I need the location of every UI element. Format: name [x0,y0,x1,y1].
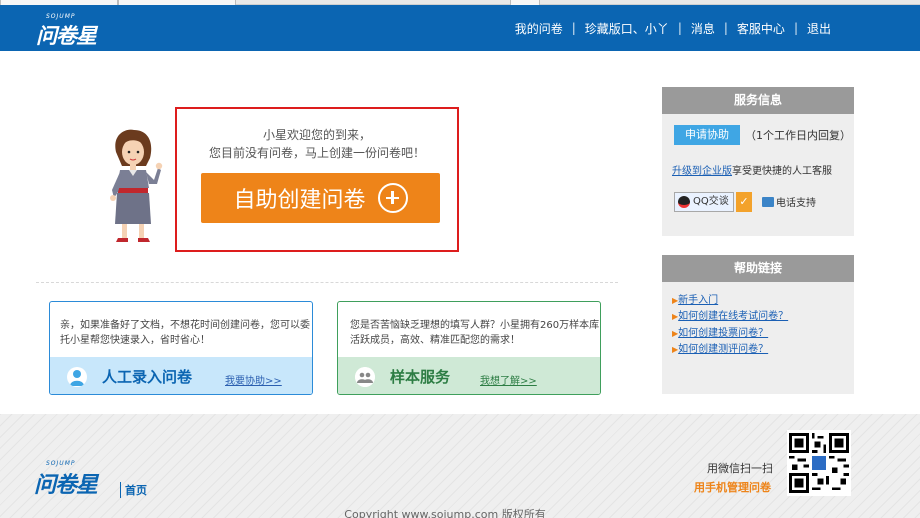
mobile-manage-text: 用手机管理问卷 [694,481,771,494]
divider [36,282,618,283]
nav-support-center[interactable]: 客服中心 [728,20,794,37]
help-link-item[interactable]: ▶如何创建在线考试问卷？ [672,309,788,325]
sample-service-title: 样本服务 [390,368,451,386]
sample-service-desc: 您是否苦恼缺乏理想的填写人群？小星拥有260万样本库活跃成员，高效、精准匹配您的… [350,320,600,346]
help-link-item[interactable]: ▶如何创建测评问卷？ [672,342,788,358]
apply-assist-button[interactable]: 申请协助 [674,125,740,145]
service-info-title: 服务信息 [662,87,854,114]
create-survey-label: 自助创建问卷 [233,188,366,213]
manual-entry-desc: 亲，如果准备好了文档，不想花时间创建问卷，您可以委托小星帮您快速录入，省时省心！ [60,320,310,346]
help-links-panel: 帮助链接 ▶新手入门 ▶如何创建在线考试问卷？ ▶如何创建投票问卷？ ▶如何创建… [662,255,854,394]
nav-username[interactable]: 珍藏版口、小丫 [576,20,678,37]
footer-logo-en: SOJUMP [46,460,76,467]
welcome-line-2: 您目前没有问卷，马上创建一份问卷吧！ [208,146,425,160]
nav-my-surveys[interactable]: 我的问卷 [506,20,572,37]
create-survey-button[interactable]: 自助创建问卷 [201,173,440,223]
manual-entry-card[interactable]: 亲，如果准备好了文档，不想花时间创建问卷，您可以委托小星帮您快速录入，省时省心！… [49,301,313,395]
manual-entry-link[interactable]: 我要协助>> [225,372,282,387]
help-link-label[interactable]: 如何创建测评问卷？ [678,344,768,355]
qq-check-icon[interactable]: ✓ [736,192,752,212]
help-link-label[interactable]: 如何创建投票问卷？ [678,328,768,339]
nav-separator: | [677,21,682,35]
phone-support[interactable]: 电话支持 [762,194,816,209]
qq-chat-button[interactable]: QQ交谈 [674,192,734,212]
qq-chat-label: QQ交谈 [693,196,729,207]
logo-cn: 问卷星 [36,24,97,48]
help-link-label[interactable]: 如何创建在线考试问卷？ [678,311,788,322]
nav-separator: | [571,21,576,35]
welcome-box: 小星欢迎您的到来， 您目前没有问卷，马上创建一份问卷吧！ 自助创建问卷 [175,107,459,252]
help-links-list: ▶新手入门 ▶如何创建在线考试问卷？ ▶如何创建投票问卷？ ▶如何创建测评问卷？ [672,293,788,358]
wechat-scan-text: 用微信扫一扫 [707,462,773,475]
welcome-line-1: 小星欢迎您的到来， [262,128,371,142]
mascot-woman-illustration [110,129,163,242]
sample-service-link[interactable]: 我想了解>> [480,372,537,387]
upgrade-line: 升级到企业版享受更快捷的人工客服 [672,162,832,177]
service-info-panel: 服务信息 申请协助 （1个工作日内回复） 升级到企业版享受更快捷的人工客服 QQ… [662,87,854,236]
help-links-title: 帮助链接 [662,255,854,282]
plus-circle-icon [377,183,408,213]
nav-messages[interactable]: 消息 [682,20,724,37]
apply-note: （1个工作日内回复） [745,129,851,142]
nav-separator: | [793,21,798,35]
phone-support-label: 电话支持 [776,198,816,209]
upgrade-text: 享受更快捷的人工客服 [732,166,832,177]
footer-home-link[interactable]: 首页 [120,482,147,498]
nav-logout[interactable]: 退出 [798,20,840,37]
page-footer: SOJUMP 问卷星 首页 用微信扫一扫 用手机管理问卷 Copyright w… [0,414,920,518]
manual-entry-title: 人工录入问卷 [102,368,193,386]
sample-service-card[interactable]: 您是否苦恼缺乏理想的填写人群？小星拥有260万样本库活跃成员，高效、精准匹配您的… [337,301,601,395]
help-link-item[interactable]: ▶如何创建投票问卷？ [672,326,788,342]
person-icon [67,367,87,387]
card-footer: 人工录入问卷 我要协助>> [50,357,312,394]
copyright-text: Copyright www.sojump.com 版权所有 [344,508,546,518]
phone-icon [762,197,774,207]
qr-code-icon [787,430,851,496]
card-footer: 样本服务 我想了解>> [338,357,600,394]
nav-separator: | [723,21,728,35]
upgrade-enterprise-link[interactable]: 升级到企业版 [672,166,732,177]
logo-en: SOJUMP [46,13,76,20]
main-nav: 我的问卷 | 珍藏版口、小丫 | 消息 | 客服中心 | 退出 [506,5,840,51]
qq-penguin-icon [678,196,690,208]
group-icon [355,367,375,387]
footer-logo-cn: 问卷星 [34,473,98,498]
help-link-item[interactable]: ▶新手入门 [672,293,788,309]
help-link-label[interactable]: 新手入门 [678,295,718,306]
top-header: SOJUMP 问卷星 我的问卷 | 珍藏版口、小丫 | 消息 | 客服中心 | 退出 [0,5,920,51]
